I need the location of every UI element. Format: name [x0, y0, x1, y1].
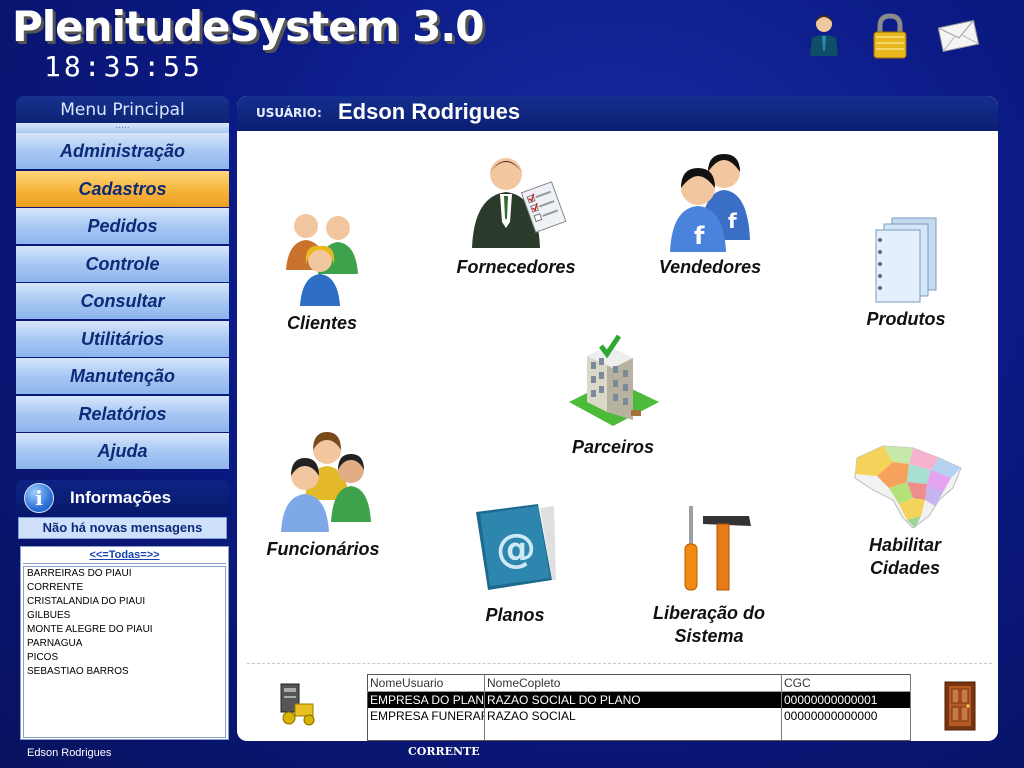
- grid-col-cgc[interactable]: CGC: [781, 674, 911, 692]
- footer-user: Edson Rodrigues: [27, 747, 112, 759]
- partners-building-icon: [569, 334, 659, 426]
- city-all-link[interactable]: <<=Todas=>>: [23, 548, 226, 564]
- grid-cell[interactable]: EMPRESA DO PLANO: [367, 691, 485, 708]
- tile-planos-label: Planos: [485, 605, 545, 625]
- tile-vendedores-label: Vendedores: [658, 257, 762, 277]
- user-icon[interactable]: [804, 12, 848, 62]
- svg-text:f: f: [694, 222, 705, 250]
- info-title: Informações: [70, 488, 172, 507]
- clock: 18:35:55: [44, 50, 203, 83]
- menu-item-pedidos[interactable]: Pedidos: [16, 208, 229, 244]
- company-grid[interactable]: NomeUsuario NomeCopleto CGC EMPRESA DO P…: [367, 674, 911, 741]
- user-name: Edson Rodrigues: [338, 99, 521, 124]
- tile-fornecedores-label: Fornecedores: [456, 257, 576, 277]
- menu-header: Menu Principal: [16, 96, 229, 123]
- info-panel: i Informações Não há novas mensagens: [16, 480, 229, 539]
- tile-liberacao-label-1: Liberação do: [652, 603, 766, 623]
- menu-item-consultar[interactable]: Consultar: [16, 283, 229, 319]
- tile-planos[interactable]: @ Planos: [465, 500, 565, 627]
- city-list-item[interactable]: SEBASTIAO BARROS: [24, 665, 225, 679]
- tile-fornecedores[interactable]: Fornecedores: [443, 152, 589, 279]
- grid-cell[interactable]: RAZAO SOCIAL DO PLANO: [484, 691, 782, 708]
- menu-item-ajuda[interactable]: Ajuda: [16, 433, 229, 469]
- grid-cell[interactable]: 00000000000000: [781, 708, 911, 724]
- exit-door-icon[interactable]: [943, 680, 979, 732]
- tile-clientes[interactable]: Clientes: [263, 204, 381, 335]
- svg-text:@: @: [496, 526, 536, 572]
- table-row[interactable]: EMPRESA DO PLANO RAZAO SOCIAL DO PLANO 0…: [367, 691, 911, 708]
- user-header: USUÁRIO: Edson Rodrigues: [237, 96, 998, 131]
- menu-item-manutencao[interactable]: Manutenção: [16, 358, 229, 394]
- tile-parceiros[interactable]: Parceiros: [555, 328, 671, 459]
- grid-cell[interactable]: RAZAO SOCIAL: [484, 708, 782, 724]
- sellers-icon: f f: [670, 154, 750, 252]
- mail-icon[interactable]: [936, 12, 980, 62]
- city-list[interactable]: BARREIRAS DO PIAUI CORRENTE CRISTALANDIA…: [23, 566, 226, 738]
- city-list-item[interactable]: PICOS: [24, 651, 225, 665]
- app-title: PlenitudeSystem 3.0: [12, 2, 484, 51]
- user-label: USUÁRIO:: [256, 106, 322, 120]
- tile-clientes-label: Clientes: [286, 313, 358, 333]
- grid-cell[interactable]: 00000000000001: [781, 691, 911, 708]
- tile-parceiros-label: Parceiros: [571, 437, 655, 457]
- menu-item-controle[interactable]: Controle: [16, 245, 229, 282]
- city-filter-box: <<=Todas=>> BARREIRAS DO PIAUI CORRENTE …: [20, 546, 229, 740]
- city-list-item[interactable]: GILBUES: [24, 609, 225, 623]
- divider: [247, 663, 992, 664]
- menu-item-cadastros[interactable]: Cadastros: [16, 170, 229, 207]
- employees-icon: [281, 432, 371, 532]
- menu-item-utilitarios[interactable]: Utilitários: [16, 320, 229, 357]
- brazil-map-icon: [854, 445, 962, 529]
- city-list-item[interactable]: CRISTALANDIA DO PIAUI: [24, 595, 225, 609]
- clients-icon: [286, 214, 358, 306]
- city-list-item[interactable]: BARREIRAS DO PIAUI: [24, 567, 225, 581]
- tile-funcionarios[interactable]: Funcionários: [255, 430, 391, 561]
- products-icon: [875, 217, 937, 303]
- table-row[interactable]: EMPRESA FUNERARIA RAZAO SOCIAL 000000000…: [367, 708, 911, 724]
- tile-cidades-label-2: Cidades: [869, 558, 941, 578]
- menu-grip: .....: [16, 122, 229, 133]
- tile-habilitar-cidades[interactable]: Habilitar Cidades: [837, 438, 973, 580]
- main-panel: USUÁRIO: Edson Rodrigues Clientes Fornec…: [237, 96, 998, 741]
- menu-item-administracao[interactable]: Administração: [16, 133, 229, 169]
- tools-icon: [684, 506, 751, 591]
- tile-produtos[interactable]: Produtos: [847, 208, 965, 331]
- info-message: Não há novas mensagens: [18, 517, 227, 539]
- plans-address-book-icon: @: [476, 504, 556, 590]
- grid-cell[interactable]: EMPRESA FUNERARIA: [367, 708, 485, 724]
- tile-liberacao-sistema[interactable]: Liberação do Sistema: [637, 500, 781, 648]
- tile-liberacao-label-2: Sistema: [674, 626, 744, 646]
- info-icon: i: [24, 483, 54, 513]
- tile-cidades-label-1: Habilitar: [868, 535, 942, 555]
- tile-produtos-label: Produtos: [866, 309, 946, 329]
- tile-funcionarios-label: Funcionários: [266, 539, 380, 559]
- info-header: i Informações: [16, 480, 229, 514]
- main-menu: Menu Principal ..... Administração Cadas…: [16, 96, 229, 471]
- svg-text:f: f: [728, 209, 737, 233]
- menu-item-relatorios[interactable]: Relatórios: [16, 395, 229, 432]
- lock-icon[interactable]: [870, 12, 914, 62]
- city-list-item[interactable]: PARNAGUA: [24, 637, 225, 651]
- grid-col-nomecompleto[interactable]: NomeCopleto: [484, 674, 782, 692]
- network-config-icon[interactable]: [275, 678, 319, 726]
- city-list-item[interactable]: CORRENTE: [24, 581, 225, 595]
- city-list-item[interactable]: MONTE ALEGRE DO PIAUI: [24, 623, 225, 637]
- supplier-icon: [472, 158, 567, 248]
- footer-city: CORRENTE: [408, 745, 480, 758]
- tile-vendedores[interactable]: f f Vendedores: [645, 152, 775, 279]
- grid-col-nomeusuario[interactable]: NomeUsuario: [367, 674, 485, 692]
